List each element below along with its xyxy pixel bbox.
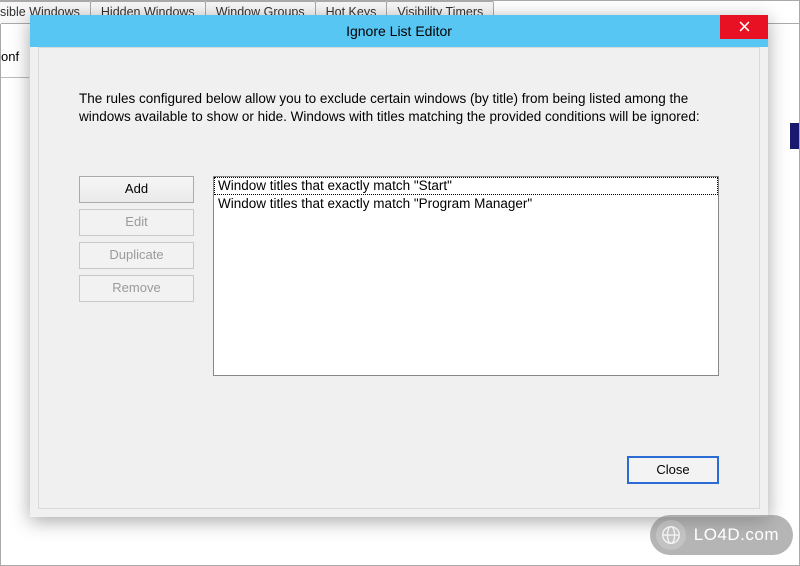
background-truncated-label: onf — [1, 49, 19, 64]
dialog-titlebar[interactable]: Ignore List Editor — [30, 15, 768, 47]
edit-button[interactable]: Edit — [79, 209, 194, 236]
close-icon — [739, 11, 750, 43]
watermark-text: LO4D.com — [694, 525, 779, 545]
list-item[interactable]: Window titles that exactly match "Start" — [214, 177, 718, 195]
app-viewport: sible Windows Hidden Windows Window Grou… — [0, 0, 800, 566]
globe-icon — [656, 520, 686, 550]
add-button[interactable]: Add — [79, 176, 194, 203]
background-divider — [1, 77, 29, 78]
window-close-button[interactable] — [720, 15, 768, 39]
dialog-intro-text: The rules configured below allow you to … — [79, 90, 719, 126]
dialog-title: Ignore List Editor — [346, 23, 452, 39]
dialog-body: The rules configured below allow you to … — [38, 47, 760, 509]
list-item[interactable]: Window titles that exactly match "Progra… — [214, 195, 718, 213]
watermark: LO4D.com — [650, 515, 793, 555]
ignore-list-editor-dialog: Ignore List Editor The rules configured … — [30, 15, 768, 517]
duplicate-button[interactable]: Duplicate — [79, 242, 194, 269]
rules-listbox[interactable]: Window titles that exactly match "Start"… — [213, 176, 719, 376]
rule-buttons-column: Add Edit Duplicate Remove — [79, 176, 194, 302]
remove-button[interactable]: Remove — [79, 275, 194, 302]
background-accent-strip — [790, 123, 799, 149]
close-button[interactable]: Close — [627, 456, 719, 484]
